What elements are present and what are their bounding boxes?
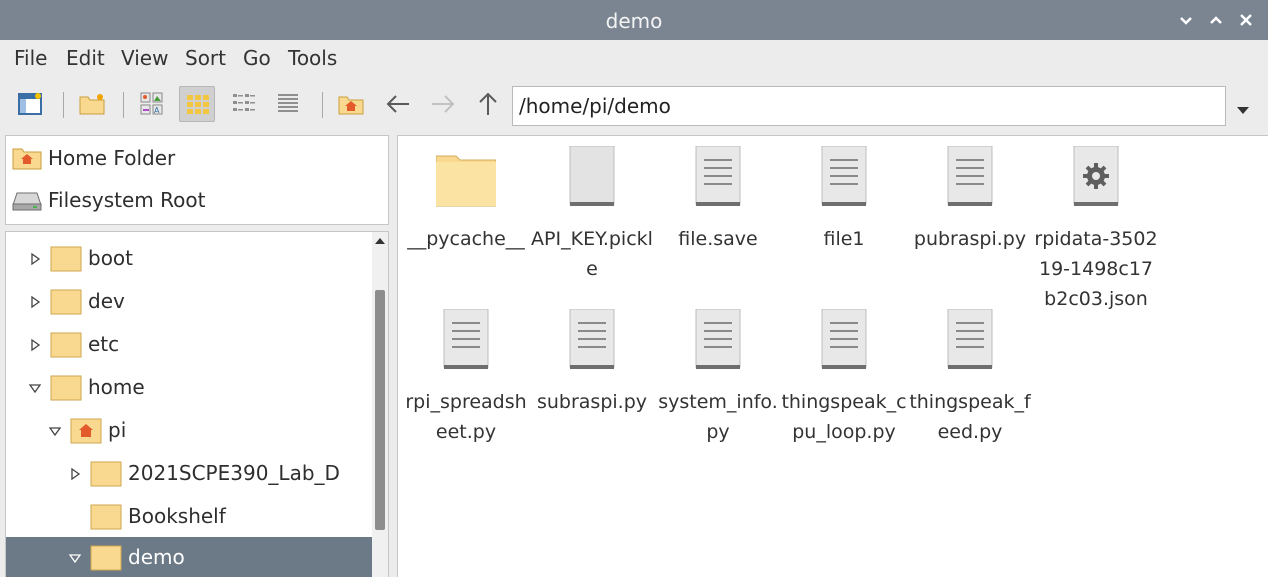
tree-scrollbar[interactable] (372, 232, 388, 577)
file-name: subraspi.py (536, 391, 648, 413)
text-file-icon (695, 309, 741, 369)
back-arrow-icon[interactable] (380, 86, 416, 122)
file-view: __pycache__ API_KEY.pickle file.save fil… (397, 135, 1268, 577)
text-file-icon (821, 146, 867, 206)
place-label: Filesystem Root (48, 188, 206, 212)
compact-view-icon[interactable] (226, 86, 262, 122)
binary-file-icon (569, 146, 615, 206)
toolbar-separator (63, 92, 64, 118)
toolbar-separator (123, 92, 124, 118)
svg-text:A: A (154, 106, 160, 115)
toolbar-separator (322, 92, 323, 118)
file-name: rpi_spreadsheet.py (405, 391, 527, 443)
forward-arrow-icon[interactable] (425, 86, 461, 122)
file-name: thingspeak_feed.py (909, 391, 1031, 443)
tree-item-demo[interactable]: demo (6, 537, 372, 577)
file-name: file.save (678, 228, 758, 250)
tree-item-2021scpe390-lab-d[interactable]: 2021SCPE390_Lab_D (6, 453, 372, 495)
file-name: __pycache__ (407, 228, 525, 250)
tree-item-label: pi (108, 418, 127, 442)
path-history-dropdown-icon[interactable] (1236, 100, 1250, 119)
folder-icon (90, 504, 122, 530)
up-arrow-icon[interactable] (470, 86, 506, 122)
file-name: file1 (823, 228, 865, 250)
close-icon[interactable] (1236, 10, 1256, 30)
icon-view-icon[interactable]: A (134, 86, 170, 122)
text-file-icon (443, 309, 489, 369)
file-name: system_info.py (658, 391, 778, 443)
path-entry[interactable]: /home/pi/demo (512, 86, 1226, 126)
expander-collapsed-icon[interactable] (68, 467, 82, 481)
tree-item-label: boot (88, 246, 134, 270)
pane-splitter[interactable] (389, 135, 397, 577)
expander-collapsed-icon[interactable] (28, 338, 42, 352)
file-name: rpidata-350219-1498c17b2c03.json (1034, 228, 1158, 310)
expander-expanded-icon[interactable] (68, 551, 82, 565)
text-file-icon (821, 309, 867, 369)
maximize-icon[interactable] (1206, 10, 1226, 30)
tree-item-bookshelf[interactable]: Bookshelf (6, 496, 372, 538)
file-name: thingspeak_cpu_loop.py (781, 391, 907, 443)
folder-icon (90, 461, 122, 487)
home-icon[interactable] (333, 86, 369, 122)
tree-item-label: Bookshelf (128, 504, 226, 528)
tree-item-dev[interactable]: dev (6, 281, 372, 323)
drive-icon (12, 192, 42, 211)
text-file-icon (695, 146, 741, 206)
text-file-icon (947, 146, 993, 206)
text-file-icon (947, 309, 993, 369)
window-title: demo (605, 9, 663, 33)
thumbnail-view-icon[interactable] (179, 86, 215, 122)
home-folder-icon (12, 148, 42, 170)
folder-icon (50, 246, 82, 272)
folder-icon (50, 375, 82, 401)
folder-icon (436, 155, 496, 207)
new-folder-icon[interactable] (74, 86, 110, 122)
side-pane-icon[interactable] (12, 86, 48, 122)
expander-collapsed-icon[interactable] (28, 295, 42, 309)
folder-icon (50, 332, 82, 358)
expander-collapsed-icon[interactable] (28, 252, 42, 266)
tree-item-etc[interactable]: etc (6, 324, 372, 366)
file-name: pubraspi.py (913, 228, 1027, 250)
places-pane: Home Folder Filesystem Root (5, 135, 389, 225)
minimize-icon[interactable] (1176, 10, 1196, 30)
file-name: API_KEY.pickle (531, 228, 653, 280)
directory-tree: boot dev etc home pi 2021SCPE390_Lab_D B… (5, 231, 389, 577)
file-manager-window: demo File Edit View Sort Go Tools A /hom… (0, 0, 1268, 577)
menu-go[interactable]: Go (243, 46, 271, 70)
scroll-up-icon[interactable] (374, 236, 386, 246)
menu-file[interactable]: File (14, 46, 47, 70)
menu-view[interactable]: View (121, 46, 168, 70)
tree-item-home[interactable]: home (6, 367, 372, 409)
menu-bar: File Edit View Sort Go Tools (0, 40, 1268, 80)
text-file-icon (569, 309, 615, 369)
tree-item-label: etc (88, 332, 120, 356)
tree-item-pi[interactable]: pi (6, 410, 372, 452)
place-label: Home Folder (48, 146, 176, 170)
expander-expanded-icon[interactable] (48, 424, 62, 438)
tree-item-label: 2021SCPE390_Lab_D (128, 461, 340, 485)
folder-icon (50, 289, 82, 315)
scrollbar-thumb[interactable] (375, 290, 385, 530)
list-view-icon[interactable] (270, 86, 306, 122)
tree-item-label: home (88, 375, 145, 399)
tree-item-boot[interactable]: boot (6, 238, 372, 280)
tree-item-label: demo (128, 545, 185, 569)
menu-sort[interactable]: Sort (185, 46, 226, 70)
folder-icon (90, 545, 122, 571)
title-bar[interactable]: demo (0, 0, 1268, 40)
menu-tools[interactable]: Tools (288, 46, 337, 70)
menu-edit[interactable]: Edit (66, 46, 105, 70)
home-folder-icon (70, 418, 102, 444)
expander-expanded-icon[interactable] (28, 381, 42, 395)
config-file-icon (1073, 146, 1119, 206)
tree-item-label: dev (88, 289, 125, 313)
